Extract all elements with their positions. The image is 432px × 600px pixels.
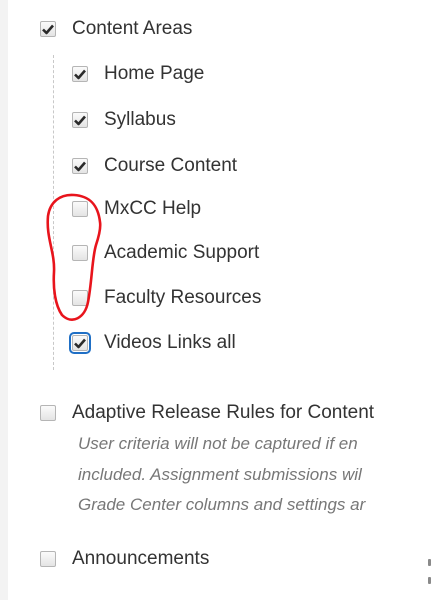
syllabus-label: Syllabus	[104, 109, 176, 130]
home-page-checkbox[interactable]	[72, 66, 88, 82]
mxcc-help-label: MxCC Help	[104, 198, 202, 219]
academic-support-option[interactable]: Academic Support	[72, 242, 259, 264]
content-areas-checkbox[interactable]	[40, 21, 56, 37]
videos-links-label: Videos Links all	[104, 332, 236, 353]
faculty-resources-option[interactable]: Faculty Resources	[72, 287, 261, 309]
academic-support-checkbox[interactable]	[72, 245, 88, 261]
mxcc-help-checkbox[interactable]	[72, 201, 88, 217]
academic-support-label: Academic Support	[104, 242, 260, 263]
adaptive-release-description-3: Grade Center columns and settings ar	[78, 495, 366, 514]
edge-fragment	[428, 559, 431, 566]
tree-connector-line	[53, 55, 54, 370]
mxcc-help-option[interactable]: MxCC Help	[72, 198, 201, 220]
adaptive-release-description-1: User criteria will not be captured if en	[78, 434, 358, 453]
course-content-label: Course Content	[104, 155, 238, 176]
checkmark-icon	[74, 115, 86, 125]
adaptive-release-label: Adaptive Release Rules for Content	[72, 402, 375, 423]
announcements-option[interactable]: Announcements	[40, 548, 209, 570]
faculty-resources-checkbox[interactable]	[72, 290, 88, 306]
faculty-resources-label: Faculty Resources	[104, 287, 262, 308]
course-content-option[interactable]: Course Content	[72, 155, 237, 177]
videos-links-checkbox[interactable]	[69, 332, 91, 354]
course-content-checkbox[interactable]	[72, 158, 88, 174]
videos-links-option[interactable]: Videos Links all	[69, 332, 236, 354]
announcements-label: Announcements	[72, 548, 210, 569]
syllabus-checkbox[interactable]	[72, 112, 88, 128]
checkmark-icon	[74, 69, 86, 79]
announcements-checkbox[interactable]	[40, 551, 56, 567]
content-areas-option[interactable]: Content Areas	[40, 18, 192, 40]
left-panel-edge	[0, 0, 8, 600]
content-areas-label: Content Areas	[72, 18, 193, 39]
edge-fragment	[428, 577, 431, 584]
home-page-label: Home Page	[104, 63, 205, 84]
adaptive-release-option[interactable]: Adaptive Release Rules for Content	[40, 402, 374, 424]
adaptive-release-description-2: included. Assignment submissions wil	[78, 465, 362, 484]
adaptive-release-checkbox[interactable]	[40, 405, 56, 421]
home-page-option[interactable]: Home Page	[72, 63, 204, 85]
checkmark-icon	[74, 338, 86, 348]
checkmark-icon	[74, 161, 86, 171]
checkmark-icon	[42, 24, 54, 34]
syllabus-option[interactable]: Syllabus	[72, 109, 176, 131]
